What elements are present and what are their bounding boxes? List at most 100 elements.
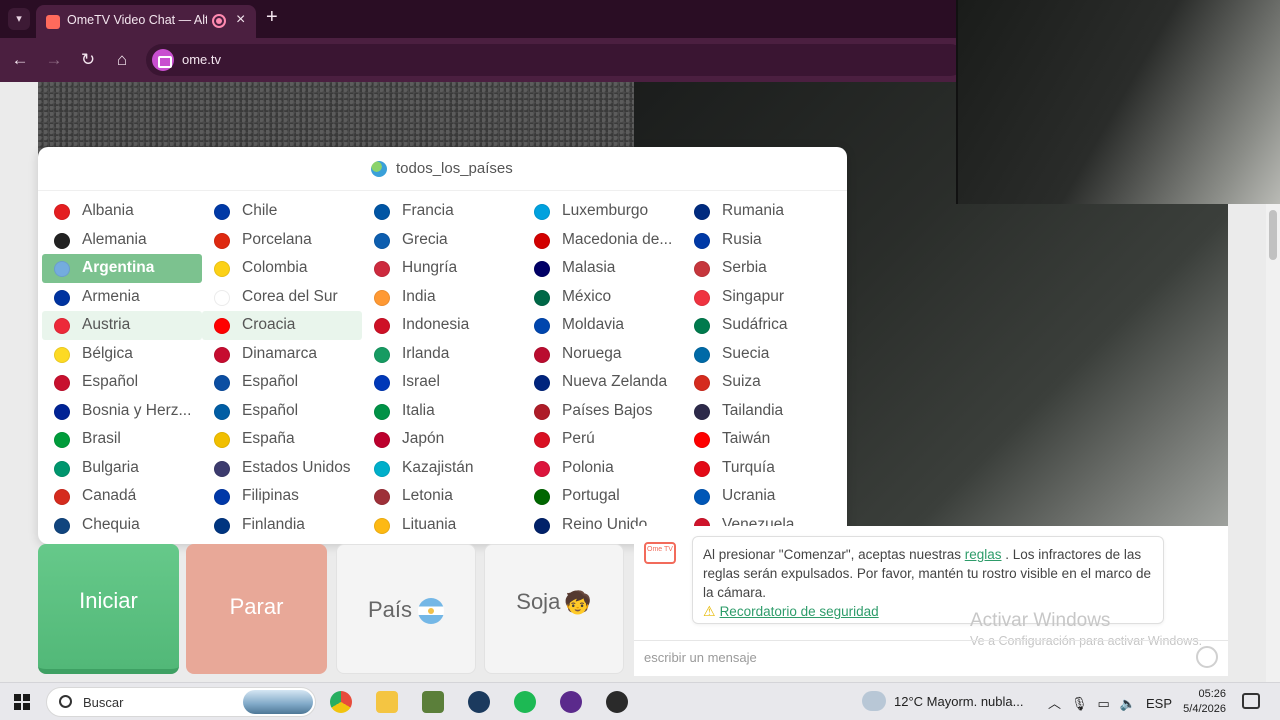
country-option[interactable]: Albania: [42, 197, 202, 226]
back-arrow-icon[interactable]: ←: [8, 48, 32, 72]
country-option[interactable]: México: [522, 283, 682, 312]
tab-search-menu-icon[interactable]: ▾: [8, 8, 30, 30]
close-tab-icon[interactable]: ×: [236, 11, 245, 29]
spotify-icon[interactable]: [514, 691, 536, 713]
safety-reminder-link[interactable]: Recordatorio de seguridad: [720, 604, 879, 619]
country-option[interactable]: Finlandia: [202, 511, 362, 540]
network-icon[interactable]: ▭: [1098, 696, 1110, 711]
country-option[interactable]: Español: [202, 397, 362, 426]
country-option[interactable]: Rusia: [682, 226, 842, 255]
country-option[interactable]: Israel: [362, 368, 522, 397]
country-option[interactable]: Hungría: [362, 254, 522, 283]
country-option[interactable]: Croacia: [202, 311, 362, 340]
country-option[interactable]: Bosnia y Herz...: [42, 397, 202, 426]
country-option[interactable]: Español: [202, 368, 362, 397]
country-option[interactable]: Brasil: [42, 425, 202, 454]
message-input[interactable]: escribir un mensaje: [644, 650, 757, 665]
rules-link[interactable]: reglas: [965, 547, 1002, 562]
country-option[interactable]: Rumania: [682, 197, 842, 226]
address-bar[interactable]: ome.tv: [146, 44, 966, 76]
country-option[interactable]: Colombia: [202, 254, 362, 283]
country-option[interactable]: Lituania: [362, 511, 522, 540]
country-option[interactable]: Taiwán: [682, 425, 842, 454]
gender-button[interactable]: Soja 🧒: [484, 544, 624, 674]
country-option[interactable]: Argentina: [42, 254, 202, 283]
country-option[interactable]: Singapur: [682, 283, 842, 312]
country-option[interactable]: Armenia: [42, 283, 202, 312]
new-tab-plus-icon[interactable]: +: [266, 6, 278, 29]
country-option[interactable]: Canadá: [42, 482, 202, 511]
site-info-icon[interactable]: [152, 49, 174, 71]
start-button[interactable]: Iniciar: [38, 544, 179, 674]
country-option[interactable]: Noruega: [522, 340, 682, 369]
country-option[interactable]: Español: [42, 368, 202, 397]
weather-text[interactable]: 12°C Mayorm. nubla...: [894, 694, 1023, 709]
country-option[interactable]: Serbia: [682, 254, 842, 283]
obs-icon[interactable]: [560, 691, 582, 713]
country-option[interactable]: Suiza: [682, 368, 842, 397]
country-option[interactable]: Chequia: [42, 511, 202, 540]
emoji-picker-icon[interactable]: [1196, 646, 1218, 668]
all-countries-option[interactable]: todos_los_países: [396, 160, 513, 177]
country-option[interactable]: Países Bajos: [522, 397, 682, 426]
chrome-icon[interactable]: [330, 691, 352, 713]
country-option[interactable]: Malasia: [522, 254, 682, 283]
country-option[interactable]: Tailandia: [682, 397, 842, 426]
country-option[interactable]: Letonia: [362, 482, 522, 511]
country-option[interactable]: Bulgaria: [42, 454, 202, 483]
country-option[interactable]: Filipinas: [202, 482, 362, 511]
country-option[interactable]: Moldavia: [522, 311, 682, 340]
country-option[interactable]: Bélgica: [42, 340, 202, 369]
country-option[interactable]: Indonesia: [362, 311, 522, 340]
country-option[interactable]: India: [362, 283, 522, 312]
country-option[interactable]: Alemania: [42, 226, 202, 255]
tray-chevron-icon[interactable]: ︿: [1048, 696, 1061, 711]
country-option[interactable]: Irlanda: [362, 340, 522, 369]
language-indicator[interactable]: ESP: [1146, 696, 1172, 711]
stop-button[interactable]: Parar: [186, 544, 327, 674]
browser-tab[interactable]: OmeTV Video Chat — Alter ×: [36, 5, 256, 38]
country-option[interactable]: Austria: [42, 311, 202, 340]
country-option[interactable]: Francia: [362, 197, 522, 226]
country-option[interactable]: Macedonia de...: [522, 226, 682, 255]
taskbar-search[interactable]: Buscar: [46, 687, 316, 717]
scrollbar-thumb[interactable]: [1269, 210, 1277, 260]
steam-icon[interactable]: [468, 691, 490, 713]
recorder-app-icon[interactable]: [606, 691, 628, 713]
home-icon[interactable]: ⌂: [110, 48, 134, 72]
country-option[interactable]: Chile: [202, 197, 362, 226]
country-flag-icon: [694, 489, 710, 505]
country-option[interactable]: Portugal: [522, 482, 682, 511]
country-option[interactable]: Polonia: [522, 454, 682, 483]
forward-arrow-icon[interactable]: →: [42, 48, 66, 72]
country-option[interactable]: Sudáfrica: [682, 311, 842, 340]
volume-icon[interactable]: 🔈: [1120, 696, 1136, 711]
country-button[interactable]: País: [336, 544, 476, 674]
page-scrollbar[interactable]: [1266, 204, 1280, 682]
country-option[interactable]: España: [202, 425, 362, 454]
country-option[interactable]: Japón: [362, 425, 522, 454]
country-option[interactable]: Estados Unidos: [202, 454, 362, 483]
taskbar-clock[interactable]: 05:26 5/4/2026: [1170, 687, 1226, 717]
minecraft-icon[interactable]: [422, 691, 444, 713]
country-option[interactable]: Suecia: [682, 340, 842, 369]
country-option[interactable]: Nueva Zelanda: [522, 368, 682, 397]
reload-icon[interactable]: ↻: [76, 48, 100, 72]
windows-start-icon[interactable]: [14, 694, 30, 710]
country-option[interactable]: Italia: [362, 397, 522, 426]
country-option[interactable]: Turquía: [682, 454, 842, 483]
country-option[interactable]: Corea del Sur: [202, 283, 362, 312]
country-option[interactable]: Porcelana: [202, 226, 362, 255]
microphone-icon[interactable]: 🎙: [1071, 696, 1088, 711]
dropdown-header[interactable]: todos_los_países: [38, 147, 847, 191]
country-option[interactable]: Luxemburgo: [522, 197, 682, 226]
country-label: Armenia: [82, 287, 140, 305]
weather-cloud-icon[interactable]: [862, 691, 886, 711]
country-option[interactable]: Dinamarca: [202, 340, 362, 369]
country-option[interactable]: Kazajistán: [362, 454, 522, 483]
country-option[interactable]: Ucrania: [682, 482, 842, 511]
notification-center-icon[interactable]: [1242, 693, 1260, 709]
country-option[interactable]: Perú: [522, 425, 682, 454]
file-explorer-icon[interactable]: [376, 691, 398, 713]
country-option[interactable]: Grecia: [362, 226, 522, 255]
